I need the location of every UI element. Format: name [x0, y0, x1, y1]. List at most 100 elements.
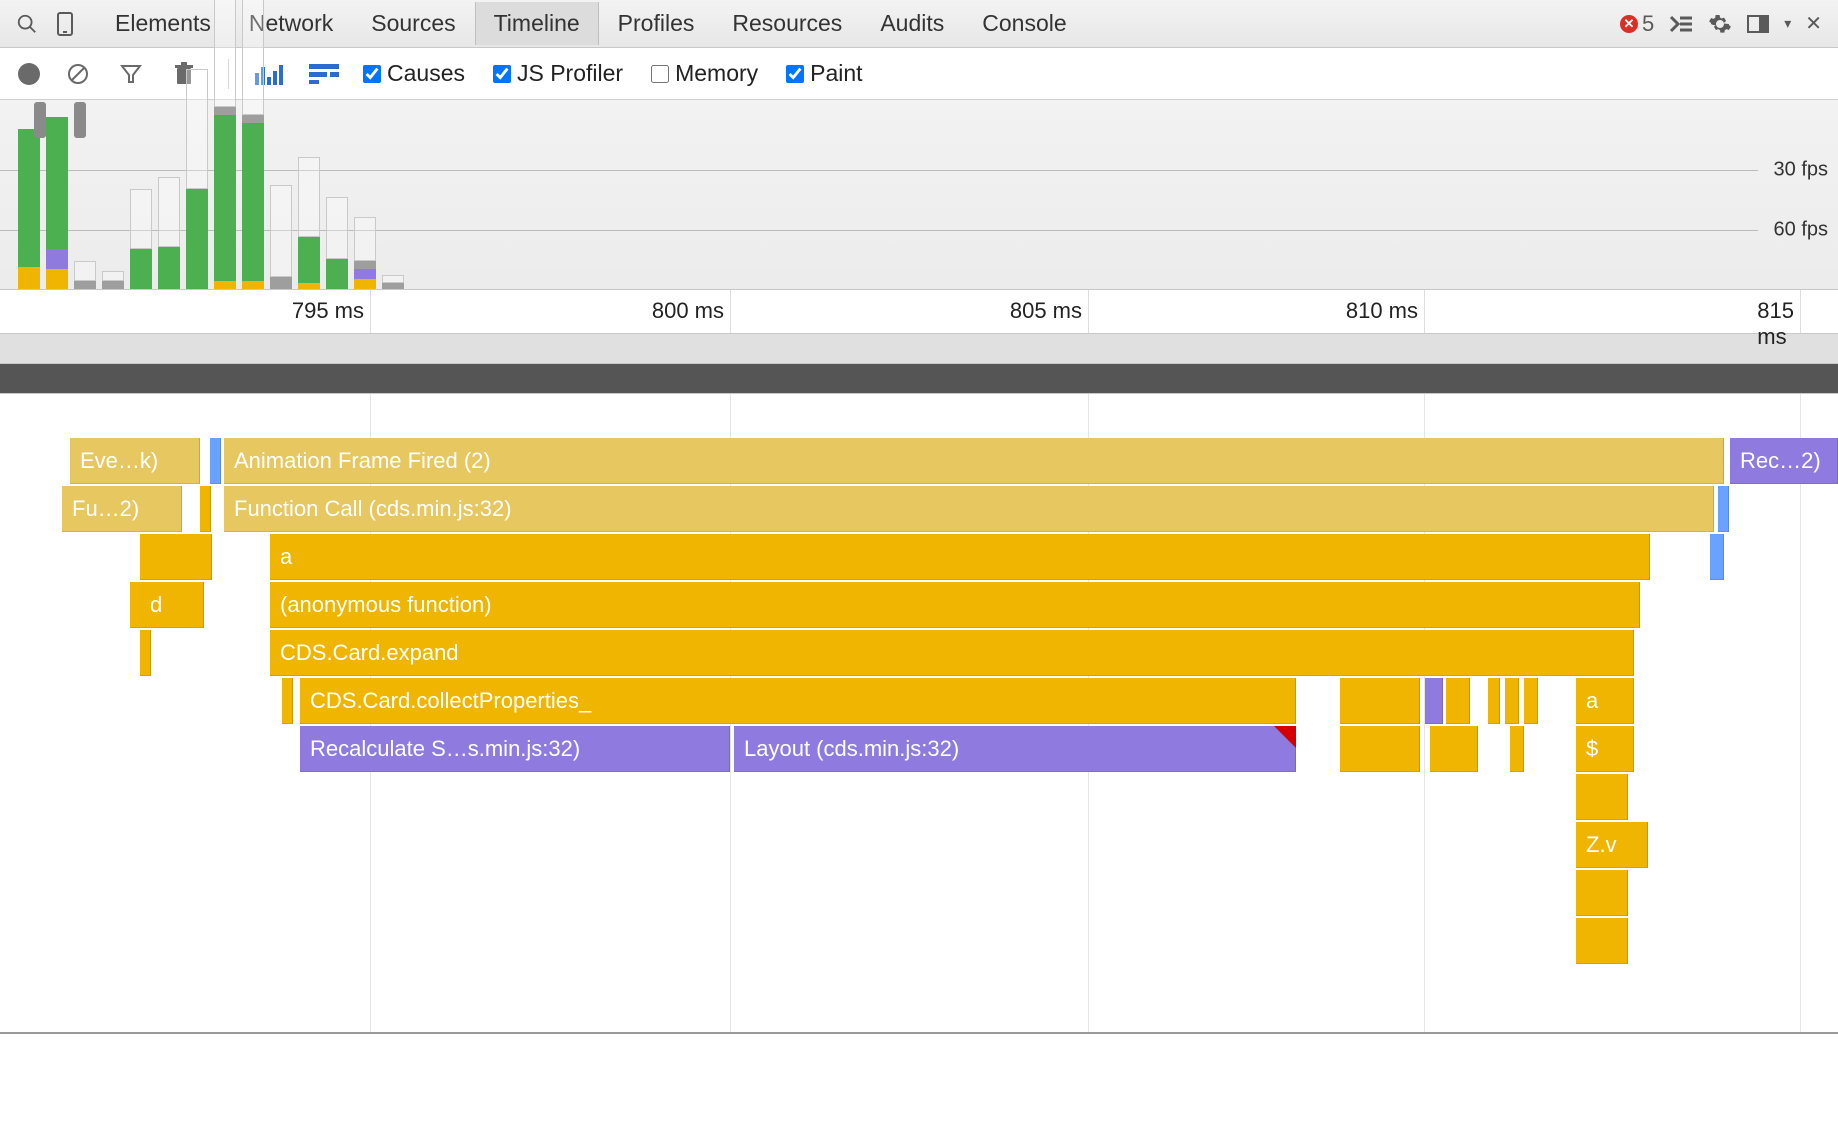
- error-badge[interactable]: ✕ 5: [1620, 11, 1654, 37]
- flame-block[interactable]: [1576, 870, 1628, 916]
- dock-menu-chevron-icon[interactable]: ▾: [1784, 15, 1791, 32]
- overview-bar[interactable]: [382, 275, 404, 289]
- flame-block[interactable]: [1446, 678, 1470, 724]
- flame-block[interactable]: [140, 534, 212, 580]
- checkbox-js-profiler[interactable]: JS Profiler: [493, 60, 623, 87]
- overview-bar[interactable]: [270, 185, 292, 289]
- overview-bar-outline: [382, 275, 404, 283]
- overview-bar-seg: [242, 123, 264, 281]
- overview-bar[interactable]: [18, 129, 40, 289]
- flame-block[interactable]: [1340, 678, 1420, 724]
- flame-block[interactable]: Eve…k): [70, 438, 200, 484]
- overview-bar[interactable]: [326, 197, 348, 289]
- settings-gear-icon[interactable]: [1708, 12, 1732, 36]
- overview-bar[interactable]: [102, 271, 124, 289]
- checkbox-input[interactable]: [786, 65, 804, 83]
- overview-bar-seg: [18, 267, 40, 289]
- flame-block[interactable]: [1524, 678, 1538, 724]
- tab-elements[interactable]: Elements: [96, 2, 230, 45]
- overview-bar-outline: [74, 261, 96, 281]
- checkbox-paint[interactable]: Paint: [786, 60, 862, 87]
- checkbox-input[interactable]: [363, 65, 381, 83]
- overview-bar[interactable]: [74, 261, 96, 289]
- filter-icon[interactable]: [120, 63, 148, 85]
- flame-block[interactable]: [1710, 534, 1724, 580]
- tab-resources[interactable]: Resources: [713, 2, 861, 45]
- checkbox-input[interactable]: [651, 65, 669, 83]
- flame-block[interactable]: [282, 678, 293, 724]
- flame-block[interactable]: [200, 486, 211, 532]
- overview-bar-outline: [158, 177, 180, 247]
- cpu-strip[interactable]: [0, 334, 1838, 364]
- flame-block[interactable]: Rec…2): [1730, 438, 1838, 484]
- tab-profiles[interactable]: Profiles: [599, 2, 714, 45]
- overview-bar[interactable]: [354, 217, 376, 289]
- flame-block[interactable]: $: [1576, 726, 1634, 772]
- flame-block[interactable]: [1430, 726, 1478, 772]
- flame-block[interactable]: [140, 630, 151, 676]
- overview-bar-seg: [74, 281, 96, 289]
- flame-block[interactable]: [1340, 726, 1420, 772]
- checkbox-memory[interactable]: Memory: [651, 60, 758, 87]
- flame-block[interactable]: [1425, 678, 1443, 724]
- overview-bar[interactable]: [46, 117, 68, 289]
- flame-block[interactable]: Fu…2): [62, 486, 182, 532]
- capture-options: Causes JS Profiler Memory Paint: [363, 60, 863, 87]
- overview-bar-seg: [214, 107, 236, 115]
- view-flame-icon[interactable]: [309, 64, 337, 84]
- overview-bar-seg: [46, 269, 68, 289]
- tab-console[interactable]: Console: [963, 2, 1085, 45]
- overview-bar[interactable]: [214, 0, 236, 289]
- overview-bar-seg: [102, 281, 124, 289]
- checkbox-causes[interactable]: Causes: [363, 60, 465, 87]
- flamechart[interactable]: Eve…k) Animation Frame Fired (2)Rec…2) Fu……: [0, 394, 1838, 1034]
- flame-block[interactable]: a: [1576, 678, 1634, 724]
- overview-handle[interactable]: [34, 102, 46, 138]
- flame-block[interactable]: Recalculate S…s.min.js:32): [300, 726, 730, 772]
- flame-block[interactable]: Z.v: [1576, 822, 1648, 868]
- overview-bar[interactable]: [130, 189, 152, 289]
- flame-block[interactable]: a: [270, 534, 1650, 580]
- flame-block[interactable]: Animation Frame Fired (2): [224, 438, 1724, 484]
- overview-bar[interactable]: [298, 157, 320, 289]
- overview-bar[interactable]: [158, 177, 180, 289]
- overview-bar-seg: [326, 259, 348, 289]
- tab-sources[interactable]: Sources: [352, 2, 474, 45]
- network-strip[interactable]: [0, 364, 1838, 394]
- tab-audits[interactable]: Audits: [861, 2, 963, 45]
- flame-block[interactable]: CDS.Card.collectProperties_: [300, 678, 1296, 724]
- flame-block[interactable]: (anonymous function): [270, 582, 1640, 628]
- dock-side-icon[interactable]: [1746, 14, 1770, 34]
- flame-block[interactable]: [1510, 726, 1524, 772]
- search-icon[interactable]: [10, 7, 44, 41]
- close-devtools-icon[interactable]: ✕: [1805, 11, 1822, 36]
- flame-block[interactable]: d: [140, 582, 204, 628]
- flame-block[interactable]: [1576, 918, 1628, 964]
- flame-block[interactable]: Function Call (cds.min.js:32): [224, 486, 1714, 532]
- ruler-tick-label: 800 ms: [652, 298, 730, 324]
- time-ruler[interactable]: 795 ms800 ms805 ms810 ms815 ms: [0, 290, 1838, 334]
- flame-block[interactable]: [1718, 486, 1729, 532]
- flame-block[interactable]: [1488, 678, 1500, 724]
- overview-chart[interactable]: 30 fps60 fps: [0, 100, 1838, 290]
- overview-bar[interactable]: [186, 69, 208, 289]
- ruler-tick: [1424, 290, 1425, 333]
- overview-bar-outline: [130, 189, 152, 249]
- tab-timeline[interactable]: Timeline: [475, 2, 599, 45]
- flame-block[interactable]: [210, 438, 221, 484]
- timeline-toolbar: Causes JS Profiler Memory Paint: [0, 48, 1838, 100]
- clear-icon[interactable]: [66, 62, 94, 86]
- flame-block[interactable]: CDS.Card.expand: [270, 630, 1634, 676]
- ruler-tick: [370, 290, 371, 333]
- flame-block[interactable]: [1576, 774, 1628, 820]
- record-button[interactable]: [18, 63, 40, 85]
- overview-handle[interactable]: [74, 102, 86, 138]
- overview-bar-seg: [46, 117, 68, 249]
- overview-bar-outline: [186, 69, 208, 189]
- overview-bar[interactable]: [242, 0, 264, 289]
- show-drawer-icon[interactable]: [1668, 14, 1694, 34]
- flame-block[interactable]: Layout (cds.min.js:32): [734, 726, 1296, 772]
- flame-block[interactable]: [1505, 678, 1519, 724]
- device-mode-icon[interactable]: [48, 7, 82, 41]
- checkbox-input[interactable]: [493, 65, 511, 83]
